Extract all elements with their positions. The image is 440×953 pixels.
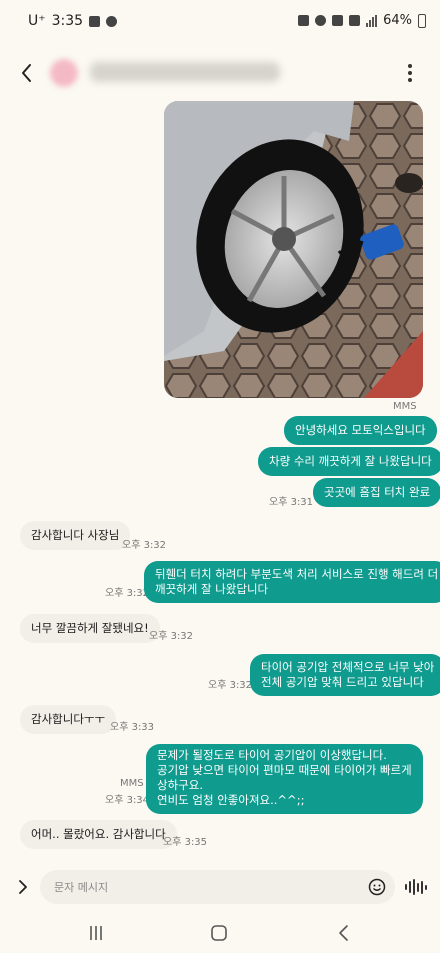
message-text: 어머.. 몰랐어요. 감사합니다 xyxy=(31,827,166,841)
clock: 3:35 xyxy=(51,13,84,29)
status-bar: U⁺ 3:35 64% xyxy=(0,0,440,42)
carrier-label: U⁺ xyxy=(28,13,46,29)
conversation-header xyxy=(0,48,440,100)
message-bubble-incoming[interactable]: 감사합니다ㅜㅜ xyxy=(20,705,117,734)
message-bubble-outgoing[interactable]: 곳곳에 흠집 터치 완료 xyxy=(313,478,440,507)
message-line: 타이어 공기압 전체적으로 너무 낮아 xyxy=(261,660,435,674)
message-line: 전체 공기압 맞춰 드리고 있답니다 xyxy=(261,675,424,689)
signal-icon xyxy=(366,14,378,27)
chevron-left-icon xyxy=(22,64,31,82)
message-text: 안녕하세요 모토익스입니다 xyxy=(295,423,426,437)
chat-notification-icon xyxy=(106,15,118,27)
message-time: 오후 3:32 xyxy=(149,631,194,642)
contact-name[interactable] xyxy=(90,62,280,82)
message-text: 감사합니다ㅜㅜ xyxy=(31,712,106,726)
message-line: 연비도 엄청 안좋아져요..^^;; xyxy=(157,793,305,807)
message-bubble-incoming[interactable]: 어머.. 몰랐어요. 감사합니다 xyxy=(20,820,177,849)
voice-waveform-icon xyxy=(405,879,427,895)
message-bubble-outgoing[interactable]: 뒤휀더 터치 하려다 부분도색 처리 서비스로 진행 해드려 더 깨끗하게 잘 … xyxy=(144,561,440,603)
message-text: 곳곳에 흠집 터치 완료 xyxy=(324,485,431,499)
message-time: 오후 3:33 xyxy=(110,722,155,733)
message-bubble-outgoing[interactable]: 타이어 공기압 전체적으로 너무 낮아 전체 공기압 맞춰 드리고 있답니다 xyxy=(250,654,440,696)
smiley-icon xyxy=(368,878,386,896)
system-navigation-bar xyxy=(0,915,440,953)
voice-input-button[interactable] xyxy=(405,879,427,895)
chevron-right-icon xyxy=(19,880,27,894)
recent-apps-button[interactable] xyxy=(85,923,107,943)
message-time: 오후 3:31 xyxy=(269,497,314,508)
message-line: 문제가 될정도로 타이어 공기압이 이상했답니다. xyxy=(157,748,387,762)
message-time: 오후 3:32 xyxy=(105,588,150,599)
message-text: 너무 깔끔하게 잘됐네요! xyxy=(31,621,149,635)
message-input[interactable] xyxy=(40,870,395,904)
battery-percent: 64% xyxy=(383,13,412,28)
emoji-button[interactable] xyxy=(368,878,386,896)
gallery-notification-icon xyxy=(89,15,101,27)
expand-attachments-button[interactable] xyxy=(14,878,32,896)
avatar[interactable] xyxy=(50,59,78,87)
message-time: 오후 3:34 xyxy=(105,795,150,806)
recent-apps-icon xyxy=(90,926,102,940)
message-bubble-outgoing[interactable]: 안녕하세요 모토익스입니다 xyxy=(284,416,437,445)
car-tire-photo xyxy=(164,101,423,398)
message-bubble-incoming[interactable]: 너무 깔끔하게 잘됐네요! xyxy=(20,614,160,643)
mms-label: MMS xyxy=(120,778,144,789)
message-text: 감사합니다 사장님 xyxy=(31,528,120,542)
mms-photo[interactable] xyxy=(164,101,423,398)
message-line: 공기압 낮으면 타이어 편마모 때문에 타이어가 빠르게 xyxy=(157,763,412,777)
mms-label: MMS xyxy=(393,401,417,412)
message-bubble-outgoing[interactable]: 차량 수리 깨끗하게 잘 나왔답니다 xyxy=(258,447,440,476)
message-time: 오후 3:32 xyxy=(122,540,167,551)
message-text: 차량 수리 깨끗하게 잘 나왔답니다 xyxy=(269,454,432,468)
message-line: 상하구요. xyxy=(157,778,203,792)
more-options-button[interactable] xyxy=(398,62,422,88)
home-icon xyxy=(211,925,227,941)
message-bubble-incoming[interactable]: 감사합니다 사장님 xyxy=(20,521,131,550)
more-vertical-icon xyxy=(398,64,422,82)
message-composer xyxy=(0,870,440,904)
wifi-icon xyxy=(349,15,361,26)
status-left: U⁺ 3:35 xyxy=(28,13,118,29)
mute-icon xyxy=(332,15,344,26)
message-bubble-outgoing[interactable]: 문제가 될정도로 타이어 공기압이 이상했답니다. 공기압 낮으면 타이어 편마… xyxy=(146,744,423,814)
back-button[interactable] xyxy=(14,58,40,88)
status-right: 64% xyxy=(298,13,426,28)
message-line: 깨끗하게 잘 나왔답니다 xyxy=(155,582,269,596)
home-button[interactable] xyxy=(208,923,230,943)
vibrate-icon xyxy=(298,15,310,26)
bluetooth-icon xyxy=(315,15,327,26)
back-arrow-icon xyxy=(339,925,348,941)
message-time: 오후 3:32 xyxy=(208,680,253,691)
system-back-button[interactable] xyxy=(333,923,355,943)
message-time: 오후 3:35 xyxy=(163,837,208,848)
battery-icon xyxy=(418,13,426,28)
message-line: 뒤휀더 터치 하려다 부분도색 처리 서비스로 진행 해드려 더 xyxy=(155,567,439,581)
